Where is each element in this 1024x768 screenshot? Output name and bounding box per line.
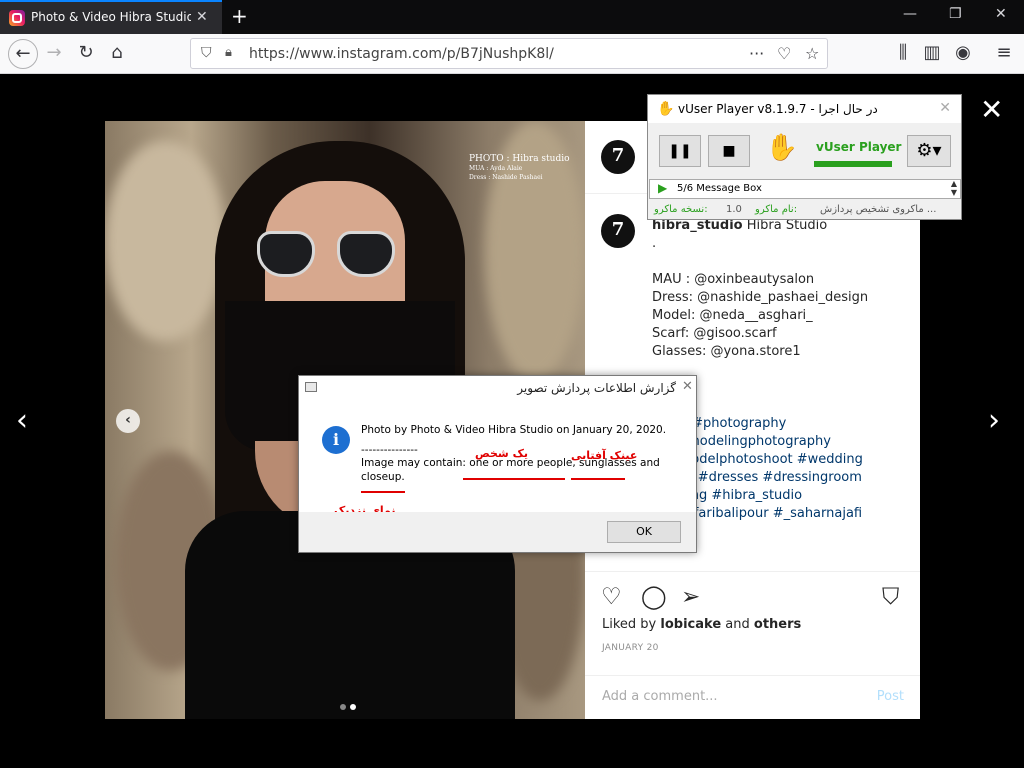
forward-button[interactable]: → — [42, 42, 66, 66]
comment-box[interactable]: Add a comment... Post — [585, 675, 920, 719]
dialog-footer: OK — [299, 512, 696, 552]
pocket-icon[interactable]: ♡ — [777, 44, 791, 63]
likes-line: Liked by lobicake and others — [602, 617, 802, 632]
tab-strip: Photo & Video Hibra Studio (@ ✕ + — ❐ ✕ — [0, 0, 1024, 34]
library-icon[interactable]: ⫼ — [891, 42, 915, 66]
heart-icon[interactable]: ♡ — [601, 584, 622, 610]
annotation-people: یک شخص — [475, 447, 528, 460]
tab-title: Photo & Video Hibra Studio (@ — [31, 10, 191, 24]
previous-post-arrow-icon[interactable]: ‹ — [16, 403, 28, 438]
annotation-sunglasses: عینک آفتابی — [571, 449, 638, 462]
dialog-window-icon — [305, 382, 317, 392]
back-button[interactable]: ← — [8, 39, 38, 69]
caption-line: MAU : @oxinbeautysalon — [652, 272, 815, 287]
bookmark-icon[interactable]: ⛉ — [882, 584, 899, 610]
macro-name-value: ماکروی تشخیص پردازش ... — [820, 204, 937, 215]
credit-dress: Dress : Nashide Pashaei — [469, 174, 543, 181]
play-icon: ▶ — [658, 181, 668, 195]
vuser-title: vUser Player v8.1.9.7 - در حال اجرا — [678, 102, 878, 116]
dialog-close-icon[interactable]: ✕ — [682, 379, 693, 394]
vuser-status: ▶ 5/6 Message Box ▲ ▼ — [649, 179, 961, 199]
vuser-player-window: ✋ vUser Player v8.1.9.7 - در حال اجرا ✕ … — [647, 94, 962, 220]
sidebar-icon[interactable]: ▥ — [920, 42, 944, 66]
maximize-button[interactable]: ❐ — [949, 6, 962, 22]
reload-button[interactable]: ↻ — [74, 42, 98, 66]
stop-button[interactable]: ■ — [708, 135, 750, 167]
vuser-logo-text: vUser Player — [816, 140, 902, 154]
vuser-hand-icon: ✋ — [765, 133, 799, 163]
caption-avatar[interactable]: 7 — [601, 214, 635, 248]
liked-by-others[interactable]: others — [754, 617, 801, 632]
underline-closeup — [361, 491, 405, 493]
message-dialog: گزارش اطلاعات پردازش تصویر ✕ i Photo by … — [298, 375, 697, 553]
vuser-footer: نسخه ماکرو: 1.0 نام ماکرو: ماکروی تشخیص … — [648, 201, 961, 219]
share-icon[interactable]: ➢ — [681, 584, 700, 610]
vuser-close-icon[interactable]: ✕ — [939, 100, 951, 116]
credit-photo: PHOTO : Hibra studio — [469, 154, 570, 164]
caption-line: Glasses: @yona.store1 — [652, 344, 801, 359]
bookmark-star-icon[interactable]: ☆ — [805, 44, 819, 63]
close-modal-icon[interactable]: ✕ — [980, 93, 1003, 126]
caption-username[interactable]: hibra_studio — [652, 218, 743, 233]
vuser-logo-icon: ✋ — [657, 101, 675, 117]
comment-input[interactable]: Add a comment... — [602, 689, 718, 704]
new-tab-button[interactable]: + — [231, 4, 248, 28]
carousel-prev-icon[interactable]: ‹ — [116, 409, 140, 433]
underline-people — [463, 478, 565, 480]
status-scroll-icon[interactable]: ▲ ▼ — [951, 179, 957, 197]
lock-icon[interactable]: 🔒︎ — [225, 45, 232, 60]
tab-instagram[interactable]: Photo & Video Hibra Studio (@ ✕ — [0, 0, 222, 34]
ok-button[interactable]: OK — [607, 521, 681, 543]
caption-line: Dress: @nashide_pashaei_design — [652, 290, 869, 305]
photo-credit: PHOTO : Hibra studio MUA : Ayda Alaie Dr… — [469, 155, 570, 182]
liked-by-user[interactable]: lobicake — [660, 617, 721, 632]
close-tab-icon[interactable]: ✕ — [196, 9, 208, 25]
url-bar[interactable]: ⛉ 🔒︎ https://www.instagram.com/p/B7jNush… — [190, 38, 828, 69]
comment-icon[interactable]: ◯ — [641, 584, 667, 610]
caption-line: Scarf: @gisoo.scarf — [652, 326, 777, 341]
version-label: نسخه ماکرو: — [654, 204, 708, 215]
message-line-1: Photo by Photo & Video Hibra Studio on J… — [361, 424, 667, 436]
carousel-dots — [338, 699, 358, 714]
caption-line: Model: @neda__asghari_ — [652, 308, 813, 323]
macro-name-label: نام ماکرو: — [755, 204, 798, 215]
vuser-progress-bar — [814, 161, 892, 167]
vuser-titlebar: ✋ vUser Player v8.1.9.7 - در حال اجرا ✕ — [648, 95, 961, 123]
menu-icon[interactable]: ≡ — [992, 42, 1016, 66]
window-close-button[interactable]: ✕ — [995, 6, 1007, 22]
shield-icon[interactable]: ⛉ — [201, 45, 212, 61]
caption-line — [652, 253, 912, 271]
underline-sunglasses — [571, 478, 625, 480]
pause-button[interactable]: ❚❚ — [659, 135, 701, 167]
dialog-title: گزارش اطلاعات پردازش تصویر — [517, 381, 676, 395]
caption-fullname: Hibra Studio — [746, 218, 828, 233]
post-button[interactable]: Post — [877, 689, 904, 704]
home-button[interactable]: ⌂ — [105, 42, 129, 66]
version-value: 1.0 — [726, 204, 742, 215]
account-icon[interactable]: ◉ — [951, 42, 975, 66]
instagram-icon — [9, 10, 25, 26]
nav-toolbar: ← → ↻ ⌂ ⛉ 🔒︎ https://www.instagram.com/p… — [0, 34, 1024, 74]
url-text[interactable]: https://www.instagram.com/p/B7jNushpK8l/ — [249, 46, 554, 62]
credit-mua: MUA : Ayda Alaie — [469, 165, 523, 172]
page-actions-icon[interactable]: ··· — [749, 44, 764, 63]
minimize-button[interactable]: — — [903, 6, 917, 22]
next-post-arrow-icon[interactable]: › — [988, 403, 1000, 438]
status-step: 5/6 Message Box — [677, 183, 762, 194]
settings-gear-button[interactable]: ⚙▾ — [907, 135, 951, 167]
info-icon: i — [322, 426, 350, 454]
post-actions: ♡ ◯ ➢ ⛉ — [585, 571, 920, 621]
caption-line: . — [652, 236, 657, 251]
post-date: JANUARY 20 — [602, 643, 659, 653]
avatar[interactable]: 7 — [601, 140, 635, 174]
